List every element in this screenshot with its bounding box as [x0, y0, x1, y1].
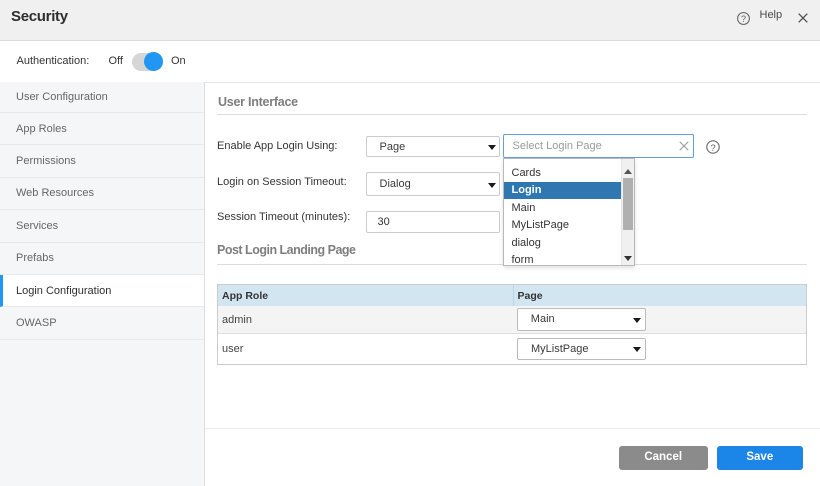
svg-text:?: ?	[710, 143, 715, 154]
svg-text:?: ?	[741, 14, 746, 24]
